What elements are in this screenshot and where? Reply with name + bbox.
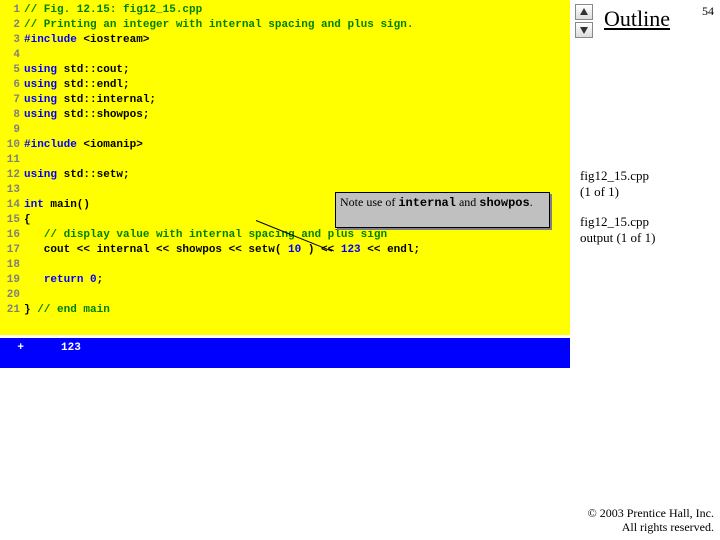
code-line: 7using std::internal; [0,93,570,108]
outline-item[interactable]: fig12_15.cpp output (1 of 1) [580,214,715,246]
code-text: // Fig. 12.15: fig12_15.cpp [24,3,202,18]
outline-list: fig12_15.cpp (1 of 1) fig12_15.cpp output… [580,168,715,260]
line-number: 8 [0,108,24,123]
line-number: 7 [0,93,24,108]
code-text: // display value with internal spacing a… [24,228,387,243]
callout-kw-showpos: showpos [479,196,529,210]
code-text: #include <iomanip> [24,138,143,153]
outline-item[interactable]: fig12_15.cpp (1 of 1) [580,168,715,200]
line-number: 4 [0,48,24,63]
outline-heading: Outline [604,6,670,32]
code-line: 11 [0,153,570,168]
code-line: 9 [0,123,570,138]
line-number: 6 [0,78,24,93]
annotation-callout: Note use of internal and showpos. [335,192,550,228]
code-text: using std::endl; [24,78,130,93]
line-number: 10 [0,138,24,153]
code-text: #include <iostream> [24,33,149,48]
code-line: 6using std::endl; [0,78,570,93]
output-sign: + [4,342,28,368]
code-text: { [24,213,31,228]
code-line: 19 return 0; [0,273,570,288]
code-text: using std::setw; [24,168,130,183]
next-slide-button[interactable] [575,22,593,38]
code-text: using std::showpos; [24,108,149,123]
line-number: 15 [0,213,24,228]
line-number: 3 [0,33,24,48]
chevron-up-icon [579,7,589,17]
program-output: + 123 [0,338,570,368]
line-number: 14 [0,198,24,213]
page-number: 54 [702,4,714,19]
prev-slide-button[interactable] [575,4,593,20]
code-text: cout << internal << showpos << setw( 10 … [24,243,420,258]
line-number: 1 [0,3,24,18]
line-number: 2 [0,18,24,33]
code-text: } // end main [24,303,110,318]
line-number: 5 [0,63,24,78]
line-number: 9 [0,123,24,138]
code-line: 20 [0,288,570,303]
callout-text-suffix: . [530,195,533,209]
code-text: using std::internal; [24,93,156,108]
code-line: 18 [0,258,570,273]
code-line: 4 [0,48,570,63]
line-number: 12 [0,168,24,183]
line-number: 13 [0,183,24,198]
line-number: 19 [0,273,24,288]
code-line: 16 // display value with internal spacin… [0,228,570,243]
code-line: 12using std::setw; [0,168,570,183]
code-text: return 0; [24,273,103,288]
code-text: // Printing an integer with internal spa… [24,18,413,33]
code-text: using std::cout; [24,63,130,78]
line-number: 21 [0,303,24,318]
line-number: 16 [0,228,24,243]
callout-kw-internal: internal [398,196,456,210]
code-listing: 1// Fig. 12.15: fig12_15.cpp2// Printing… [0,0,570,335]
code-line: 8using std::showpos; [0,108,570,123]
code-line: 3#include <iostream> [0,33,570,48]
callout-text-mid: and [456,195,479,209]
line-number: 20 [0,288,24,303]
code-line: 5using std::cout; [0,63,570,78]
line-number: 18 [0,258,24,273]
code-text: int main() [24,198,90,213]
code-line: 10#include <iomanip> [0,138,570,153]
code-line: 2// Printing an integer with internal sp… [0,18,570,33]
line-number: 17 [0,243,24,258]
code-line: 1// Fig. 12.15: fig12_15.cpp [0,3,570,18]
line-number: 11 [0,153,24,168]
chevron-down-icon [579,25,589,35]
output-text: 123 [28,342,81,368]
code-line: 21} // end main [0,303,570,318]
callout-text-prefix: Note use of [340,195,398,209]
code-line: 17 cout << internal << showpos << setw( … [0,243,570,258]
copyright-text: © 2003 Prentice Hall, Inc. All rights re… [588,506,714,534]
